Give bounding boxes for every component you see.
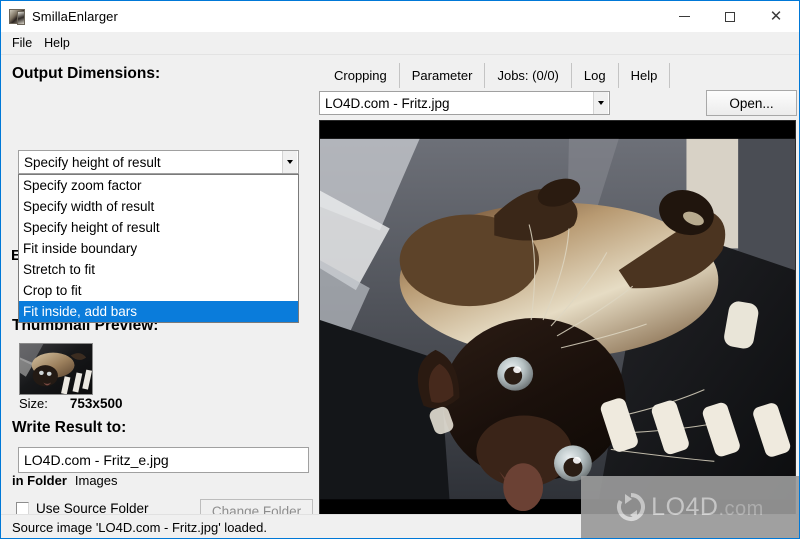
size-value: 753x500 bbox=[69, 396, 123, 411]
dropdown-option-stretch-to-fit[interactable]: Stretch to fit bbox=[19, 259, 298, 280]
tab-help[interactable]: Help bbox=[618, 63, 671, 88]
source-file-combo[interactable]: LO4D.com - Fritz.jpg bbox=[319, 91, 610, 115]
dropdown-option-zoom-factor[interactable]: Specify zoom factor bbox=[19, 175, 298, 196]
right-panel: Cropping Parameter Jobs: (0/0) Log Help … bbox=[314, 55, 799, 538]
size-row: Size: 753x500 bbox=[19, 396, 122, 411]
lo4d-watermark: LO4D.com bbox=[581, 476, 799, 538]
chevron-down-icon bbox=[593, 92, 608, 114]
in-folder-label: in Folder bbox=[12, 473, 67, 488]
maximize-icon bbox=[725, 11, 735, 22]
main-content: Output Dimensions: Specify height of res… bbox=[1, 55, 799, 538]
app-thumbnail-icon bbox=[9, 8, 25, 25]
preview-image bbox=[320, 121, 795, 522]
dropdown-option-fit-inside-add-bars[interactable]: Fit inside, add bars bbox=[19, 301, 298, 322]
tab-parameter[interactable]: Parameter bbox=[399, 63, 486, 88]
output-mode-dropdown-list[interactable]: Specify zoom factor Specify width of res… bbox=[18, 174, 299, 323]
window-title: SmillaEnlarger bbox=[32, 8, 118, 24]
open-button[interactable]: Open... bbox=[706, 90, 797, 116]
tab-jobs[interactable]: Jobs: (0/0) bbox=[485, 63, 572, 88]
lo4d-watermark-text: LO4D.com bbox=[651, 492, 764, 521]
size-label: Size: bbox=[19, 396, 48, 411]
window-controls: ✕ bbox=[661, 1, 799, 32]
lo4d-logo-icon bbox=[617, 493, 646, 521]
image-preview[interactable] bbox=[319, 120, 796, 523]
dropdown-option-height[interactable]: Specify height of result bbox=[19, 217, 298, 238]
thumbnail-preview bbox=[19, 343, 93, 395]
output-mode-combo[interactable]: Specify height of result bbox=[18, 150, 299, 174]
smilla-enlarger-window: SmillaEnlarger ✕ File Help Output Dimens… bbox=[0, 0, 800, 539]
status-text: Source image 'LO4D.com - Fritz.jpg' load… bbox=[12, 520, 267, 535]
menu-item-help[interactable]: Help bbox=[39, 34, 75, 52]
output-mode-combo-value: Specify height of result bbox=[24, 154, 161, 170]
folder-row: in Folder Images bbox=[12, 473, 118, 488]
tab-bar: Cropping Parameter Jobs: (0/0) Log Help bbox=[322, 63, 671, 88]
output-dimensions-heading: Output Dimensions: bbox=[12, 65, 161, 82]
title-bar: SmillaEnlarger ✕ bbox=[1, 1, 799, 32]
left-panel: Output Dimensions: Specify height of res… bbox=[1, 55, 314, 538]
menu-item-file[interactable]: File bbox=[7, 34, 37, 52]
dropdown-option-fit-inside-boundary[interactable]: Fit inside boundary bbox=[19, 238, 298, 259]
minimize-button[interactable] bbox=[661, 1, 707, 32]
close-button[interactable]: ✕ bbox=[753, 1, 799, 32]
dropdown-option-width[interactable]: Specify width of result bbox=[19, 196, 298, 217]
in-folder-value: Images bbox=[74, 473, 118, 488]
menu-bar: File Help bbox=[1, 32, 799, 55]
minimize-icon bbox=[678, 16, 690, 17]
tab-cropping[interactable]: Cropping bbox=[322, 63, 400, 88]
write-result-heading: Write Result to: bbox=[12, 419, 127, 436]
chevron-down-icon bbox=[282, 151, 297, 173]
maximize-button[interactable] bbox=[707, 1, 753, 32]
thumbnail-image bbox=[20, 344, 92, 394]
tab-log[interactable]: Log bbox=[571, 63, 619, 88]
output-filename-input[interactable]: LO4D.com - Fritz_e.jpg bbox=[18, 447, 309, 473]
close-icon: ✕ bbox=[769, 8, 783, 25]
dropdown-option-crop-to-fit[interactable]: Crop to fit bbox=[19, 280, 298, 301]
source-file-combo-value: LO4D.com - Fritz.jpg bbox=[325, 95, 450, 111]
